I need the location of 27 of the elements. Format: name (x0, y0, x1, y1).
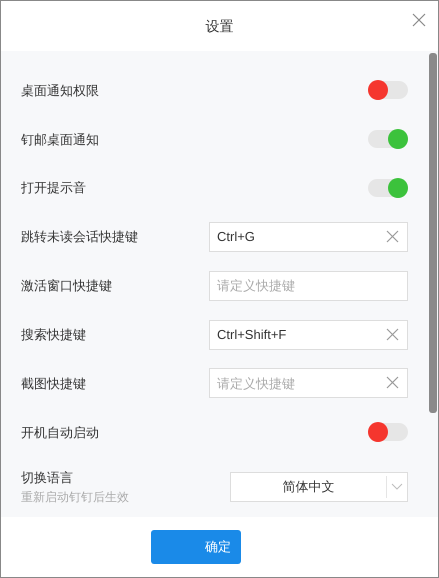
shortcut-field[interactable]: Ctrl+G (209, 222, 408, 252)
setting-label: 钉邮桌面通知 (21, 130, 99, 149)
toggle-switch[interactable] (368, 81, 408, 100)
toggle-switch[interactable] (368, 423, 408, 442)
scrollbar-thumb[interactable] (429, 53, 437, 413)
chevron-down-icon (391, 482, 403, 491)
setting-label: 打开提示音 (21, 179, 86, 198)
shortcut-field[interactable]: Ctrl+Shift+F (209, 320, 408, 350)
setting-hint: 重新启动钉钉后生效 (21, 488, 129, 506)
setting-label: 跳转未读会话快捷键 (21, 228, 138, 246)
shortcut-field[interactable]: 请定义快捷键 (209, 270, 408, 301)
close-icon[interactable] (412, 13, 426, 27)
dialog-title: 设置 (206, 16, 234, 36)
clear-icon[interactable] (386, 230, 399, 243)
setting-label: 截图快捷键 (21, 374, 86, 393)
toggle-switch[interactable] (368, 130, 408, 148)
language-select[interactable]: 简体中文 (230, 472, 408, 502)
clear-icon[interactable] (386, 328, 399, 341)
setting-label: 桌面通知权限 (21, 82, 99, 100)
setting-label: 激活窗口快捷键 (21, 277, 112, 296)
setting-label: 切换语言 (21, 469, 74, 488)
setting-label: 搜索快捷键 (21, 326, 86, 344)
toggle-switch[interactable] (368, 179, 408, 198)
shortcut-field[interactable]: 请定义快捷键 (209, 368, 408, 398)
setting-label: 开机自动启动 (21, 424, 99, 442)
clear-icon[interactable] (386, 376, 399, 390)
confirm-button[interactable]: 确定 (151, 530, 241, 564)
